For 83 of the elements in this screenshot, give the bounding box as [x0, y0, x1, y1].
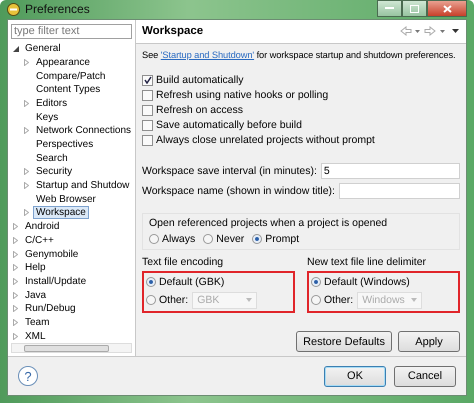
checkbox[interactable] [142, 104, 153, 116]
horizontal-scrollbar[interactable] [11, 343, 132, 353]
maximize-icon[interactable] [410, 4, 419, 12]
collapsed-arrow-icon[interactable] [13, 318, 18, 326]
navigation-arrows-icon[interactable] [400, 26, 460, 36]
tree-item[interactable]: Genymobile [22, 248, 82, 261]
tree-item[interactable]: Web Browser [33, 192, 99, 206]
tree-item[interactable]: Content Types [33, 83, 104, 96]
checkbox-option[interactable]: Refresh on access [142, 104, 460, 117]
field-label: Workspace save interval (in minutes): [142, 164, 317, 177]
radio-icon[interactable] [252, 234, 262, 244]
collapsed-arrow-icon[interactable] [13, 278, 18, 285]
tree-item[interactable]: C/C++ [22, 234, 57, 247]
tree-item[interactable]: Run/Debug [22, 302, 79, 316]
radio-icon[interactable] [203, 234, 214, 244]
tree-item[interactable]: General [22, 42, 64, 56]
apply-button[interactable]: Apply [398, 331, 460, 352]
tree-item[interactable]: Editors [33, 96, 70, 110]
expanded-arrow-icon[interactable] [13, 46, 19, 52]
help-button[interactable]: ? [18, 366, 38, 386]
tree-item[interactable]: Perspectives [33, 138, 96, 152]
text-field[interactable]: 5 [320, 162, 460, 179]
radio-option[interactable]: Never [203, 232, 244, 246]
collapsed-arrow-icon[interactable] [13, 292, 18, 299]
tree-item[interactable]: Install/Update [22, 274, 90, 288]
radio-option[interactable]: Always [149, 232, 196, 246]
checkbox-option[interactable]: Refresh using native hooks or polling [142, 88, 460, 102]
checkbox-option[interactable]: Save automatically before build [142, 118, 460, 132]
startup-shutdown-link[interactable]: 'Startup and Shutdown' [160, 50, 254, 60]
tree-item[interactable]: Search [33, 152, 71, 165]
checkbox-option[interactable]: Always close unrelated projects without prompt [142, 134, 460, 147]
tree-item[interactable]: Android [22, 220, 62, 234]
group-title: New text file line delimiter [307, 256, 428, 268]
collapsed-arrow-icon[interactable] [24, 100, 29, 107]
tree-item[interactable]: Help [22, 261, 49, 274]
collapsed-arrow-icon[interactable] [13, 223, 18, 230]
checkbox[interactable] [142, 90, 153, 101]
radio-icon[interactable] [311, 276, 321, 287]
text-field[interactable] [338, 182, 460, 199]
page-title: Workspace [142, 25, 204, 38]
group-title: Open referenced projects when a project is opened [149, 216, 388, 229]
tree-item[interactable]: Team [22, 316, 52, 329]
dropdown-arrow-icon [246, 298, 252, 302]
tree-item[interactable]: XML [22, 330, 49, 343]
tree-item[interactable]: Appearance [33, 56, 93, 69]
radio-icon[interactable] [149, 234, 159, 244]
tree-item[interactable]: Security [33, 165, 76, 178]
field-label: Workspace name (shown in window title): [142, 184, 335, 197]
collapsed-arrow-icon[interactable] [24, 58, 29, 66]
collapsed-arrow-icon[interactable] [24, 127, 29, 134]
cancel-button[interactable]: Cancel [394, 366, 456, 386]
dropdown-arrow-icon [411, 298, 418, 302]
collapsed-arrow-icon[interactable] [13, 236, 18, 244]
collapsed-arrow-icon[interactable] [24, 182, 29, 190]
collapsed-arrow-icon[interactable] [13, 332, 18, 340]
tree-item[interactable]: Network Connections [33, 124, 132, 138]
tree-item[interactable]: Workspace [33, 206, 89, 220]
tree-item[interactable]: Compare/Patch [33, 70, 108, 83]
collapsed-arrow-icon[interactable] [13, 264, 18, 272]
radio-option[interactable]: Prompt [252, 232, 300, 246]
checkbox-option[interactable]: Build automatically [142, 74, 460, 87]
filter-field[interactable]: type filter text [11, 24, 132, 39]
collapsed-arrow-icon[interactable] [13, 250, 18, 258]
ok-button[interactable]: OK [324, 366, 386, 386]
checkbox[interactable] [142, 120, 153, 131]
window-title: Preferences [25, 2, 90, 16]
tree-item[interactable]: Keys [33, 110, 62, 124]
radio-icon[interactable] [146, 276, 156, 287]
close-icon[interactable] [442, 4, 452, 12]
collapsed-arrow-icon[interactable] [24, 168, 29, 176]
checkbox[interactable] [142, 134, 153, 146]
tree-item[interactable]: Java [22, 288, 50, 302]
radio-option[interactable]: Default (Windows) [311, 274, 456, 289]
eclipse-logo-icon [7, 2, 20, 16]
radio-option[interactable]: Default (GBK) [146, 274, 291, 289]
minimize-icon[interactable] [385, 7, 394, 10]
collapsed-arrow-icon[interactable] [13, 305, 18, 312]
tree-item[interactable]: Startup and Shutdow [33, 179, 132, 192]
checkbox[interactable] [142, 74, 153, 86]
intro-text: See 'Startup and Shutdown' for workspace startup and shutdown preferences. [142, 50, 456, 60]
group-title: Text file encoding [142, 256, 224, 268]
collapsed-arrow-icon[interactable] [24, 209, 29, 216]
restore-defaults-button[interactable]: Restore Defaults [296, 331, 392, 352]
